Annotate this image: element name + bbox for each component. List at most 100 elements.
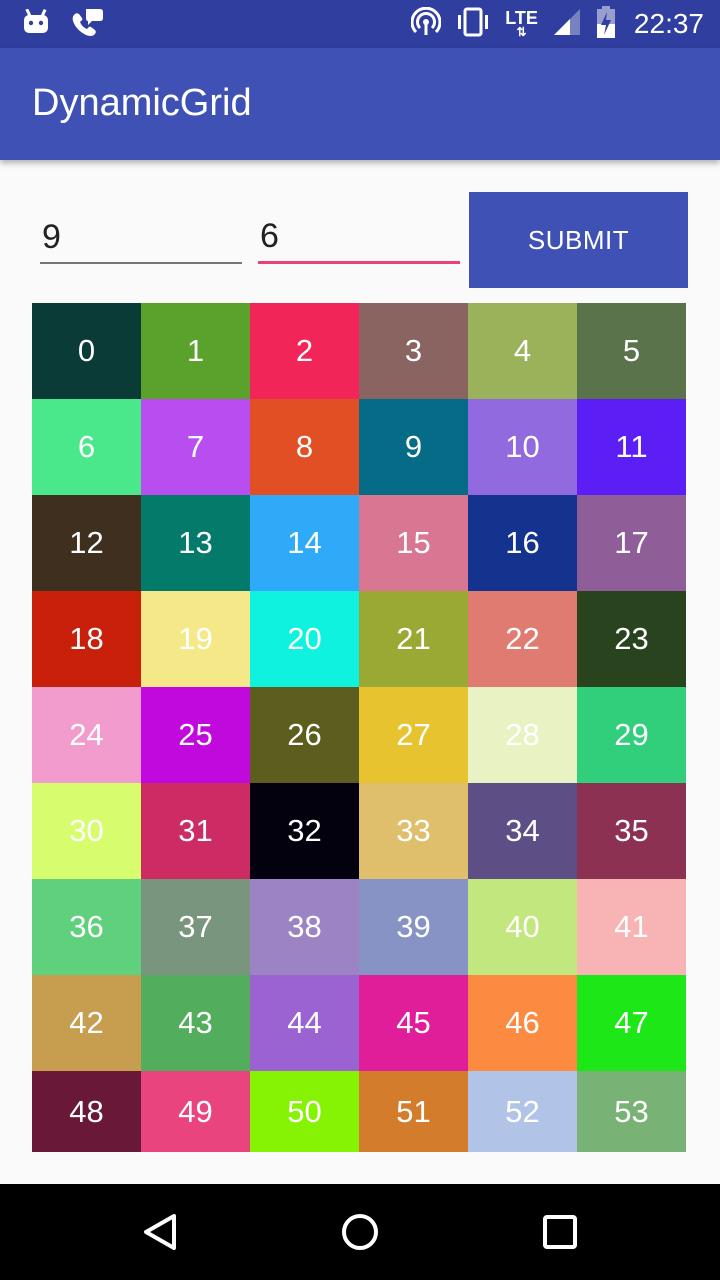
lte-icon: LTE ⇅ [505,9,538,39]
grid-cell[interactable]: 45 [359,975,468,1071]
status-clock: 22:37 [633,8,704,39]
grid-cell-label: 8 [295,429,314,464]
grid-cell-label: 19 [178,621,213,656]
grid-cell[interactable]: 13 [141,495,250,591]
grid-cell[interactable]: 39 [359,879,468,975]
grid-cell[interactable]: 20 [250,591,359,687]
grid-cell-label: 34 [505,813,540,848]
grid-cell[interactable]: 53 [577,1071,686,1152]
navigation-bar [0,1184,720,1280]
columns-field [258,212,460,268]
grid-cell[interactable]: 4 [468,303,577,399]
grid-cell-label: 18 [69,621,104,656]
grid-cell[interactable]: 41 [577,879,686,975]
grid-cell[interactable]: 31 [141,783,250,879]
grid-cell-label: 0 [77,333,96,368]
grid-cell[interactable]: 52 [468,1071,577,1152]
grid-cell[interactable]: 38 [250,879,359,975]
grid-cell-label: 31 [178,813,213,848]
grid-cell[interactable]: 25 [141,687,250,783]
grid-cell[interactable]: 27 [359,687,468,783]
grid-cell-label: 50 [287,1093,322,1129]
grid-cell[interactable]: 11 [577,399,686,495]
grid-cell[interactable]: 26 [250,687,359,783]
grid-cell[interactable]: 40 [468,879,577,975]
grid-cell[interactable]: 37 [141,879,250,975]
system-icons: LTE ⇅ 22:37 [410,5,704,43]
back-icon[interactable] [136,1208,184,1256]
grid-cell[interactable]: 12 [32,495,141,591]
grid-cell-label: 5 [622,333,641,368]
grid-cell-label: 28 [505,717,540,752]
grid-cell-label: 48 [69,1093,104,1129]
grid-cell[interactable]: 46 [468,975,577,1071]
grid-cell[interactable]: 14 [250,495,359,591]
grid-cell[interactable]: 17 [577,495,686,591]
grid-cell[interactable]: 51 [359,1071,468,1152]
grid-cell[interactable]: 6 [32,399,141,495]
grid-cell[interactable]: 22 [468,591,577,687]
grid-cell[interactable]: 5 [577,303,686,399]
grid-cell-label: 13 [178,525,213,560]
android-notification-icon [22,8,50,40]
app-title: DynamicGrid [32,82,252,124]
grid-cell[interactable]: 10 [468,399,577,495]
grid-cell[interactable]: 50 [250,1071,359,1152]
grid-cell[interactable]: 23 [577,591,686,687]
grid-cell[interactable]: 24 [32,687,141,783]
hotspot-icon [410,6,442,42]
grid-cell[interactable]: 42 [32,975,141,1071]
data-arrows-icon: ⇅ [516,25,527,39]
submit-button[interactable]: SUBMIT [469,192,688,288]
grid-cell[interactable]: 21 [359,591,468,687]
grid-cell[interactable]: 30 [32,783,141,879]
grid-cell[interactable]: 49 [141,1071,250,1152]
grid-cell[interactable]: 8 [250,399,359,495]
grid-cell-label: 52 [505,1093,540,1129]
grid-cell-label: 11 [615,429,648,464]
grid-cell[interactable]: 28 [468,687,577,783]
rows-input[interactable] [40,212,242,264]
grid-cell-label: 37 [178,909,213,944]
grid-cell[interactable]: 1 [141,303,250,399]
grid-cell-label: 16 [505,525,540,560]
grid-cell[interactable]: 2 [250,303,359,399]
grid-cell-label: 46 [505,1005,540,1040]
grid-cell[interactable]: 3 [359,303,468,399]
grid-cell-label: 44 [287,1005,322,1040]
grid-cell[interactable]: 32 [250,783,359,879]
rows-field [40,212,242,268]
grid-cell[interactable]: 36 [32,879,141,975]
grid-cell[interactable]: 15 [359,495,468,591]
grid-cell[interactable]: 0 [32,303,141,399]
home-icon[interactable] [336,1208,384,1256]
grid-cell-label: 20 [287,621,322,656]
grid-cell[interactable]: 35 [577,783,686,879]
signal-icon [552,7,582,42]
grid-cell[interactable]: 43 [141,975,250,1071]
grid-cell-label: 1 [186,333,205,368]
grid-cell-label: 21 [396,621,431,656]
grid-cell[interactable]: 29 [577,687,686,783]
grid-cell-label: 45 [396,1005,431,1040]
grid-cell[interactable]: 44 [250,975,359,1071]
grid-cell[interactable]: 19 [141,591,250,687]
grid-cell[interactable]: 18 [32,591,141,687]
grid-cell-label: 51 [396,1093,431,1129]
grid-cell-label: 22 [505,621,540,656]
grid-cell[interactable]: 16 [468,495,577,591]
grid-cell-label: 32 [287,813,322,848]
color-grid: 0 1 2 3 4 5 6 7 8 9 10 11 12 13 14 15 16 17 18 19 20 21 22 23 24… [32,303,686,1152]
recents-icon[interactable] [536,1208,584,1256]
battery-charging-icon [596,5,616,43]
grid-cell[interactable]: 33 [359,783,468,879]
grid-cell[interactable]: 48 [32,1071,141,1152]
grid-cell[interactable]: 9 [359,399,468,495]
grid-cell-label: 43 [178,1005,213,1040]
grid-cell-label: 9 [404,429,423,464]
grid-cell[interactable]: 34 [468,783,577,879]
columns-input[interactable] [258,212,460,264]
grid-cell-label: 23 [614,621,649,656]
grid-cell[interactable]: 7 [141,399,250,495]
grid-cell[interactable]: 47 [577,975,686,1071]
